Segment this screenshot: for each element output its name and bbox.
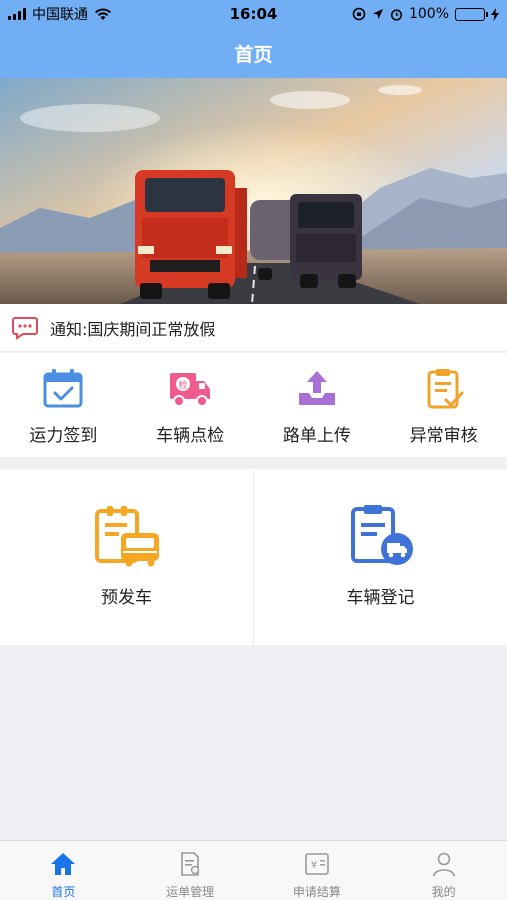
status-left: 中国联通 <box>8 4 112 24</box>
charging-icon <box>491 7 499 21</box>
location-icon <box>372 9 383 19</box>
carrier-label: 中国联通 <box>32 7 88 23</box>
tab-bar: 首页 运单管理 ¥ 申请结算 我的 <box>0 840 507 900</box>
tab-profile[interactable]: 我的 <box>380 841 507 900</box>
dark-truck <box>250 194 362 288</box>
tab-label: 我的 <box>431 885 456 899</box>
quick-action-label: 异常审核 <box>409 426 478 446</box>
vehicle-register-icon <box>350 505 413 565</box>
cellular-signal-icon <box>8 8 26 20</box>
status-bar: 中国联通 16:04 100% <box>0 0 507 28</box>
upload-icon <box>298 371 335 405</box>
card-label: 预发车 <box>101 588 152 608</box>
home-icon <box>51 853 76 875</box>
calendar-check-icon <box>43 369 83 408</box>
quick-action-audit[interactable]: 异常审核 <box>380 353 507 457</box>
quick-actions: 运力签到 检 车辆点检 路单上传 异常审核 <box>0 353 507 457</box>
card-label: 车辆登记 <box>346 588 415 608</box>
quick-action-label: 车辆点检 <box>156 426 225 446</box>
truck-banner-illustration <box>0 78 507 304</box>
waybill-icon <box>181 852 200 876</box>
quick-action-label: 路单上传 <box>282 426 351 446</box>
tab-waybill[interactable]: 运单管理 <box>127 841 254 900</box>
battery-percent: 100% <box>408 6 449 22</box>
card-vehicle-register[interactable]: 车辆登记 <box>253 469 507 645</box>
quick-action-label: 运力签到 <box>29 426 98 446</box>
quick-action-upload[interactable]: 路单上传 <box>254 353 381 457</box>
status-time: 16:04 <box>229 5 278 23</box>
quick-action-inspection[interactable]: 检 车辆点检 <box>127 353 254 457</box>
notice-text: 通知:国庆期间正常放假 <box>50 319 216 339</box>
inspection-truck-icon: 检 <box>170 373 211 407</box>
tab-settlement[interactable]: ¥ 申请结算 <box>254 841 381 900</box>
svg-text:检: 检 <box>179 379 188 391</box>
top-bar: 中国联通 16:04 100% 首页 <box>0 0 507 78</box>
nav-bar: 首页 <box>0 28 507 78</box>
tab-home[interactable]: 首页 <box>0 841 127 900</box>
feature-cards: 预发车 车辆登记 <box>0 469 507 645</box>
red-truck <box>135 170 247 299</box>
notice-bar[interactable]: 通知:国庆期间正常放假 <box>0 304 507 352</box>
tab-label: 申请结算 <box>292 885 341 899</box>
tab-label: 首页 <box>51 885 76 899</box>
settlement-icon: ¥ <box>305 853 329 875</box>
pre-departure-bus-icon <box>94 506 159 567</box>
tab-label: 运单管理 <box>166 885 215 899</box>
orientation-lock-icon <box>352 7 366 21</box>
page-title: 首页 <box>234 43 273 66</box>
audit-clipboard-icon <box>427 369 464 409</box>
battery-icon <box>455 7 488 21</box>
quick-action-checkin[interactable]: 运力签到 <box>0 353 127 457</box>
status-right: 100% <box>352 6 499 22</box>
message-icon <box>12 316 38 340</box>
profile-icon <box>432 852 455 877</box>
svg-text:¥: ¥ <box>311 860 317 871</box>
wifi-icon <box>95 7 111 20</box>
banner-image[interactable] <box>0 78 507 304</box>
alarm-icon <box>390 8 403 21</box>
card-pre-departure[interactable]: 预发车 <box>0 469 253 645</box>
